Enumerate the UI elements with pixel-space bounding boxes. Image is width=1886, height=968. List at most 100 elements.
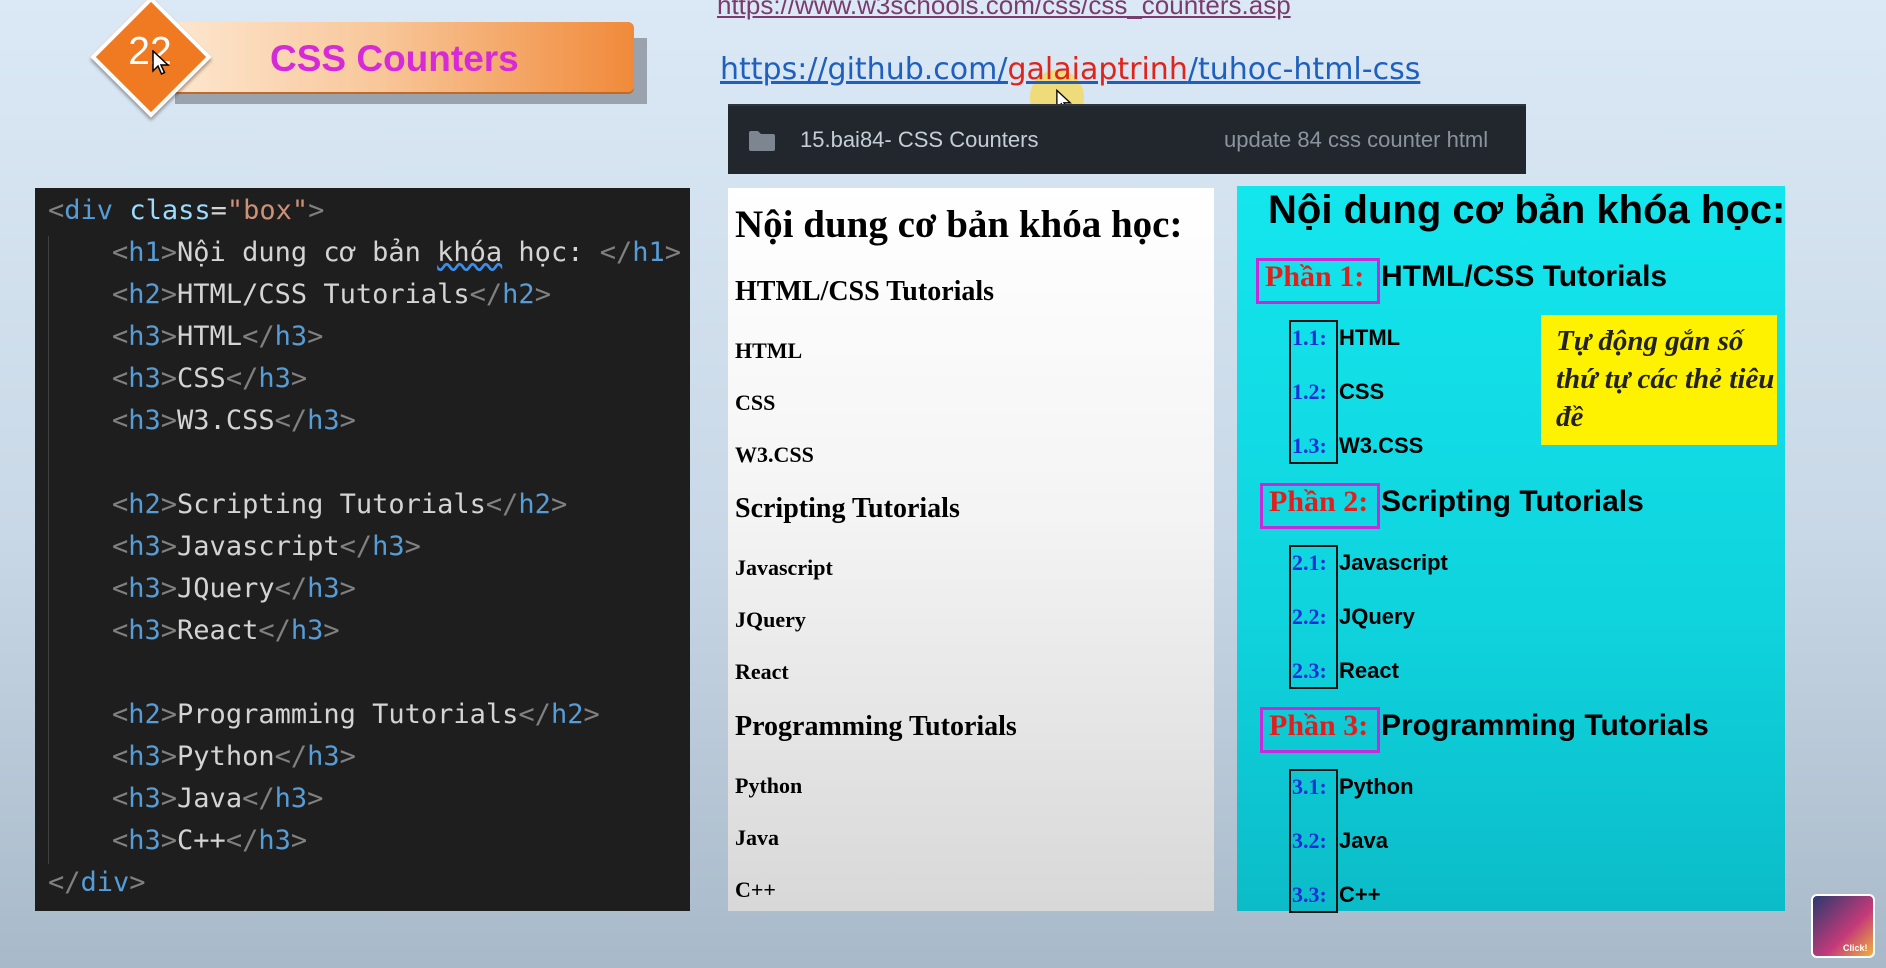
code-bracket: </ bbox=[599, 237, 633, 268]
code-bracket: > bbox=[290, 825, 308, 856]
github-link-suffix: /tuhoc-html-css bbox=[1187, 52, 1421, 87]
preview-plain-item: JQuery bbox=[735, 607, 806, 632]
github-link[interactable]: https://github.com/galaiaptrinh/tuhoc-ht… bbox=[720, 52, 1420, 87]
code-bracket: > bbox=[160, 405, 178, 436]
code-tag: h3 bbox=[128, 573, 161, 604]
code-attr-value: "box" bbox=[226, 195, 309, 226]
code-bracket: > bbox=[307, 321, 324, 352]
preview-plain-heading: Programming Tutorials bbox=[735, 711, 1017, 742]
item-number: 1.1: bbox=[1292, 325, 1327, 350]
code-bracket: > bbox=[290, 363, 308, 394]
preview-styled-item: JQuery bbox=[1339, 604, 1415, 629]
part-label: Phần 1: bbox=[1265, 260, 1365, 293]
part-label: Phần 2: bbox=[1269, 485, 1369, 518]
code-tag: h2 bbox=[128, 489, 161, 520]
code-tag: h3 bbox=[372, 531, 405, 562]
code-text: HTML bbox=[177, 321, 243, 352]
code-line-close: </div> bbox=[48, 867, 146, 898]
code-bracket: > bbox=[160, 573, 178, 604]
code-bracket: </ bbox=[274, 573, 308, 604]
code-bracket: > bbox=[160, 321, 178, 352]
github-link-prefix: https://github.com/ bbox=[720, 52, 1008, 87]
code-equals: = bbox=[210, 195, 227, 226]
code-line: <h2>Programming Tutorials</h2> bbox=[112, 699, 600, 730]
code-bracket: > bbox=[550, 489, 568, 520]
code-bracket: > bbox=[339, 573, 356, 604]
code-bracket: > bbox=[404, 531, 421, 562]
preview-styled-heading: Programming Tutorials bbox=[1381, 709, 1709, 742]
code-bracket: < bbox=[112, 615, 129, 646]
code-text: React bbox=[177, 615, 259, 646]
folder-name[interactable]: 15.bai84- CSS Counters bbox=[800, 127, 1038, 153]
code-tag: h1 bbox=[128, 237, 161, 268]
item-number: 1.2: bbox=[1292, 379, 1327, 404]
code-line: <h3>Java</h3> bbox=[112, 783, 323, 814]
code-tag: h3 bbox=[128, 825, 161, 856]
code-bracket: > bbox=[160, 783, 178, 814]
code-tag: h3 bbox=[128, 615, 161, 646]
code-text: Java bbox=[177, 783, 243, 814]
preview-plain-heading: HTML/CSS Tutorials bbox=[735, 276, 995, 307]
code-text: C++ bbox=[177, 825, 226, 856]
code-bracket: < bbox=[48, 195, 65, 226]
code-text: HTML/CSS Tutorials bbox=[177, 279, 470, 310]
code-line: <h3>Javascript</h3> bbox=[112, 531, 421, 562]
preview-plain-item: CSS bbox=[735, 390, 776, 415]
preview-plain-item: Java bbox=[735, 825, 779, 850]
code-tag: h1 bbox=[632, 237, 665, 268]
code-bracket: > bbox=[160, 279, 178, 310]
code-text: JQuery bbox=[177, 573, 275, 604]
code-bracket: > bbox=[160, 531, 178, 562]
lesson-number: 22 bbox=[128, 30, 172, 73]
code-bracket: > bbox=[307, 783, 324, 814]
code-tag: h2 bbox=[128, 279, 161, 310]
code-line: <h3>W3.CSS</h3> bbox=[112, 405, 356, 436]
code-line-open: <div class="box"> bbox=[48, 195, 324, 226]
preview-plain-item: React bbox=[735, 659, 789, 684]
code-attr-name: class bbox=[129, 195, 211, 226]
commit-message[interactable]: update 84 css counter html bbox=[1224, 127, 1488, 153]
preview-styled-heading: Scripting Tutorials bbox=[1381, 485, 1644, 518]
code-bracket: > bbox=[160, 699, 178, 730]
item-number: 2.2: bbox=[1292, 604, 1327, 629]
code-bracket: > bbox=[160, 741, 178, 772]
preview-plain-item: HTML bbox=[735, 338, 803, 363]
code-text: Scripting Tutorials bbox=[177, 489, 486, 520]
code-tag: h3 bbox=[274, 783, 308, 814]
code-bracket: > bbox=[534, 279, 551, 310]
code-line: <h3>HTML</h3> bbox=[112, 321, 323, 352]
code-line: <h3>React</h3> bbox=[112, 615, 340, 646]
code-tag: h3 bbox=[128, 531, 161, 562]
code-text: Javascript bbox=[177, 531, 340, 562]
code-tag: h3 bbox=[258, 363, 291, 394]
code-line: <h3>JQuery</h3> bbox=[112, 573, 356, 604]
code-bracket: </ bbox=[225, 825, 259, 856]
avatar-label: Click! bbox=[1843, 943, 1868, 953]
code-line: <h3>CSS</h3> bbox=[112, 363, 307, 394]
code-tag: h3 bbox=[128, 405, 161, 436]
item-number: 2.1: bbox=[1292, 550, 1327, 575]
indent-guide bbox=[48, 236, 49, 864]
item-number: 3.3: bbox=[1292, 882, 1327, 907]
code-bracket: > bbox=[160, 825, 178, 856]
code-bracket: < bbox=[112, 363, 129, 394]
item-number: 1.3: bbox=[1292, 433, 1327, 458]
code-line: <h2>HTML/CSS Tutorials</h2> bbox=[112, 279, 551, 310]
code-tag: h3 bbox=[258, 825, 291, 856]
code-bracket: </ bbox=[274, 741, 308, 772]
code-tag: h3 bbox=[290, 615, 324, 646]
code-bracket: </ bbox=[469, 279, 503, 310]
code-bracket: > bbox=[339, 741, 356, 772]
code-bracket: </ bbox=[274, 405, 308, 436]
code-bracket: </ bbox=[48, 867, 81, 898]
code-tag: h3 bbox=[128, 321, 161, 352]
code-bracket: < bbox=[112, 825, 129, 856]
code-text: học: bbox=[502, 237, 600, 268]
preview-styled-item: Java bbox=[1339, 828, 1388, 853]
code-tag: div bbox=[64, 195, 114, 226]
code-bracket: </ bbox=[518, 699, 551, 730]
code-bracket: < bbox=[112, 405, 129, 436]
code-bracket: </ bbox=[485, 489, 519, 520]
code-bracket: </ bbox=[225, 363, 259, 394]
w3schools-link[interactable]: https://www.w3schools.com/css/css_counte… bbox=[717, 0, 1291, 21]
